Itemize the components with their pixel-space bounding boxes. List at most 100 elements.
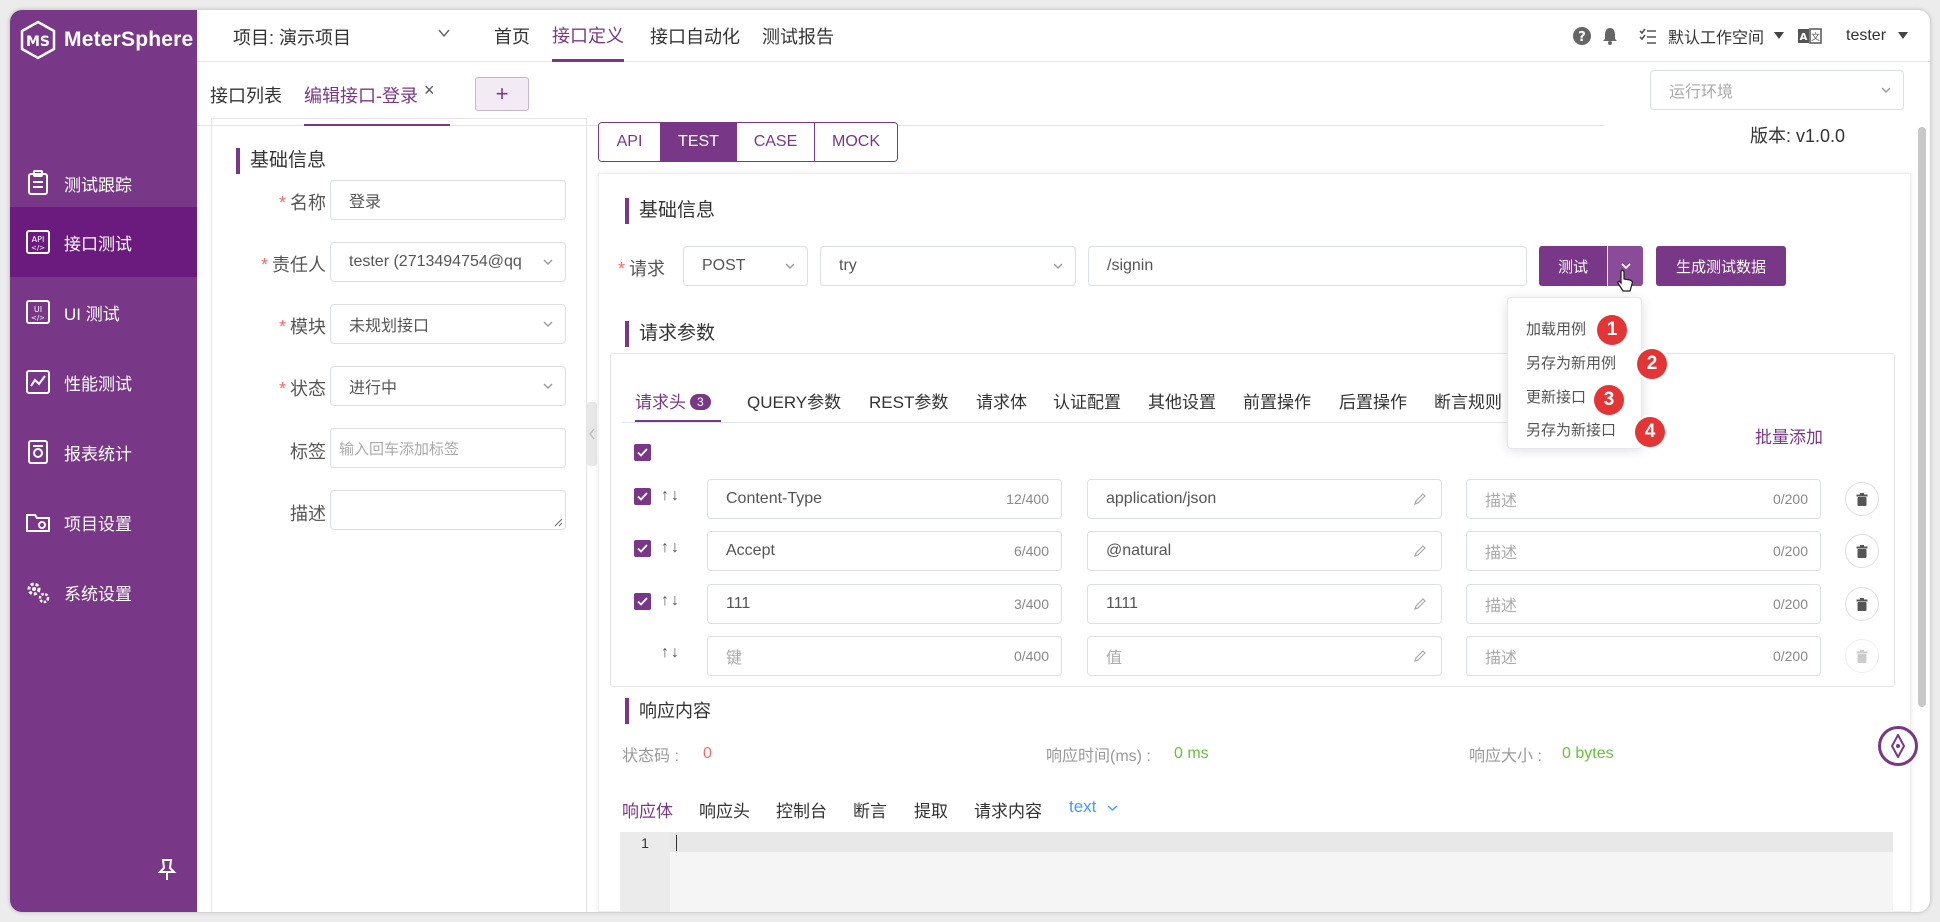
bell-icon[interactable] — [1600, 26, 1620, 46]
sidebar-item-ui-test[interactable]: UI </> UI 测试 — [10, 277, 197, 347]
module-select[interactable]: 未规划接口 — [330, 304, 566, 344]
tab-response-headers[interactable]: 响应头 — [699, 797, 750, 822]
tab-request-content[interactable]: 请求内容 — [974, 797, 1042, 822]
char-count: 0/400 — [1013, 648, 1049, 664]
header-value-input[interactable]: application/json — [1087, 479, 1442, 519]
tab-query-params[interactable]: QUERY参数 — [747, 388, 841, 413]
reorder-arrows-icon[interactable]: ↑↓ — [661, 539, 681, 557]
mode-tab-mock[interactable]: MOCK — [815, 123, 897, 161]
menu-item-save-as-new-case[interactable]: 另存为新用例 — [1526, 352, 1616, 373]
compass-navigate-button[interactable] — [1878, 726, 1918, 766]
nav-api-automation[interactable]: 接口自动化 — [650, 10, 740, 62]
vertical-scrollbar[interactable] — [1918, 127, 1926, 707]
path-input[interactable]: /signin — [1088, 246, 1527, 286]
header-value-input[interactable]: 1111 — [1087, 584, 1442, 624]
select-all-checkbox[interactable] — [634, 444, 651, 461]
tab-auth-config[interactable]: 认证配置 — [1053, 388, 1121, 413]
tab-extract[interactable]: 提取 — [914, 797, 948, 822]
edit-icon[interactable] — [1413, 649, 1427, 663]
tab-response-body[interactable]: 响应体 — [622, 797, 673, 822]
sidebar-item-performance-test[interactable]: 性能测试 — [10, 347, 197, 417]
response-editor[interactable]: 1 — [620, 832, 1893, 912]
logo[interactable]: MS MeterSphere — [18, 16, 193, 64]
owner-select[interactable]: tester (2713494754@qq — [330, 242, 566, 282]
header-key-input[interactable]: 键 0/400 — [707, 636, 1062, 676]
header-desc-input[interactable]: 描述 0/200 — [1466, 531, 1821, 571]
row-checkbox[interactable] — [634, 488, 651, 505]
header-value-input[interactable]: @natural — [1087, 531, 1442, 571]
nav-home[interactable]: 首页 — [494, 10, 530, 62]
row-checkbox[interactable] — [634, 593, 651, 610]
tab-console[interactable]: 控制台 — [776, 797, 827, 822]
edit-icon[interactable] — [1413, 544, 1427, 558]
pin-icon[interactable] — [156, 858, 178, 882]
tab-assertion-rules[interactable]: 断言规则 — [1434, 388, 1502, 413]
status-select[interactable]: 进行中 — [330, 366, 566, 406]
workspace-selector[interactable]: 默认工作空间 — [1668, 24, 1764, 48]
reorder-arrows-icon[interactable]: ↑↓ — [661, 487, 681, 505]
generate-test-data-button[interactable]: 生成测试数据 — [1656, 246, 1786, 286]
help-icon[interactable]: ? — [1572, 26, 1592, 46]
env-select[interactable]: try — [820, 246, 1076, 286]
tab-edit-api-login[interactable]: 编辑接口-登录 — [304, 82, 418, 108]
header-desc-input[interactable]: 描述 0/200 — [1466, 584, 1821, 624]
tab-request-headers[interactable]: 请求头 3 — [635, 388, 711, 413]
reorder-arrows-icon[interactable]: ↑↓ — [661, 644, 681, 662]
menu-item-save-as-new-api[interactable]: 另存为新接口 — [1526, 419, 1616, 440]
tags-input[interactable]: 输入回车添加标签 — [330, 428, 566, 468]
delete-row-button[interactable] — [1845, 639, 1879, 673]
tab-other-settings[interactable]: 其他设置 — [1148, 388, 1216, 413]
header-key-value: Accept — [726, 542, 775, 559]
menu-item-load-case[interactable]: 加载用例 — [1526, 318, 1586, 339]
method-select[interactable]: POST — [683, 246, 808, 286]
run-environment-select[interactable]: 运行环境 — [1650, 70, 1904, 110]
user-menu[interactable]: tester — [1846, 27, 1886, 45]
delete-row-button[interactable] — [1845, 534, 1879, 568]
project-selector[interactable]: 项目: 演示项目 — [233, 24, 351, 50]
tab-pre-operations[interactable]: 前置操作 — [1243, 388, 1311, 413]
resize-handle-icon[interactable] — [553, 517, 563, 527]
edit-icon[interactable] — [1413, 597, 1427, 611]
name-input[interactable]: 登录 — [330, 180, 566, 220]
mode-tab-test[interactable]: TEST — [661, 123, 737, 161]
sidebar-item-project-settings[interactable]: 项目设置 — [10, 487, 197, 557]
row-checkbox[interactable] — [634, 540, 651, 557]
delete-row-button[interactable] — [1845, 482, 1879, 516]
nav-api-definition[interactable]: 接口定义 — [552, 10, 624, 62]
tab-request-body[interactable]: 请求体 — [976, 388, 1027, 413]
tab-post-operations[interactable]: 后置操作 — [1339, 388, 1407, 413]
mode-tab-api[interactable]: API — [599, 123, 661, 161]
sidebar-item-api-test[interactable]: API </> 接口测试 — [10, 207, 197, 277]
header-key-input[interactable]: 111 3/400 — [707, 584, 1062, 624]
nav-test-report[interactable]: 测试报告 — [762, 10, 834, 62]
chevron-down-icon[interactable] — [437, 26, 451, 40]
delete-row-button[interactable] — [1845, 587, 1879, 621]
desc-placeholder: 描述 — [1485, 598, 1518, 615]
caret-down-icon[interactable] — [1774, 32, 1785, 40]
tab-assertions[interactable]: 断言 — [853, 797, 887, 822]
sidebar-item-system-settings[interactable]: 系统设置 — [10, 557, 197, 627]
edit-icon[interactable] — [1413, 492, 1427, 506]
tab-rest-params[interactable]: REST参数 — [869, 388, 948, 413]
header-desc-input[interactable]: 描述 0/200 — [1466, 636, 1821, 676]
task-list-icon[interactable] — [1638, 26, 1658, 46]
close-tab-icon[interactable]: × — [424, 80, 435, 101]
header-value-input[interactable]: 值 — [1087, 636, 1442, 676]
caret-down-icon[interactable] — [1898, 32, 1909, 40]
reorder-arrows-icon[interactable]: ↑↓ — [661, 592, 681, 610]
header-desc-input[interactable]: 描述 0/200 — [1466, 479, 1821, 519]
mode-tab-case[interactable]: CASE — [737, 123, 815, 161]
format-select[interactable]: text — [1069, 797, 1118, 817]
tab-api-list[interactable]: 接口列表 — [210, 82, 282, 108]
panel-splitter[interactable] — [587, 402, 597, 466]
add-tab-button[interactable]: + — [475, 77, 529, 111]
header-key-input[interactable]: Accept 6/400 — [707, 531, 1062, 571]
language-icon[interactable]: A文 — [1798, 28, 1822, 44]
version-label: 版本: v1.0.0 — [1750, 126, 1846, 146]
bulk-add-link[interactable]: 批量添加 — [1755, 423, 1823, 448]
description-textarea[interactable] — [330, 490, 566, 530]
test-button[interactable]: 测试 — [1539, 246, 1607, 286]
menu-item-update-api[interactable]: 更新接口 — [1526, 386, 1586, 407]
header-key-input[interactable]: Content-Type 12/400 — [707, 479, 1062, 519]
sidebar-item-report[interactable]: 报表统计 — [10, 417, 197, 487]
